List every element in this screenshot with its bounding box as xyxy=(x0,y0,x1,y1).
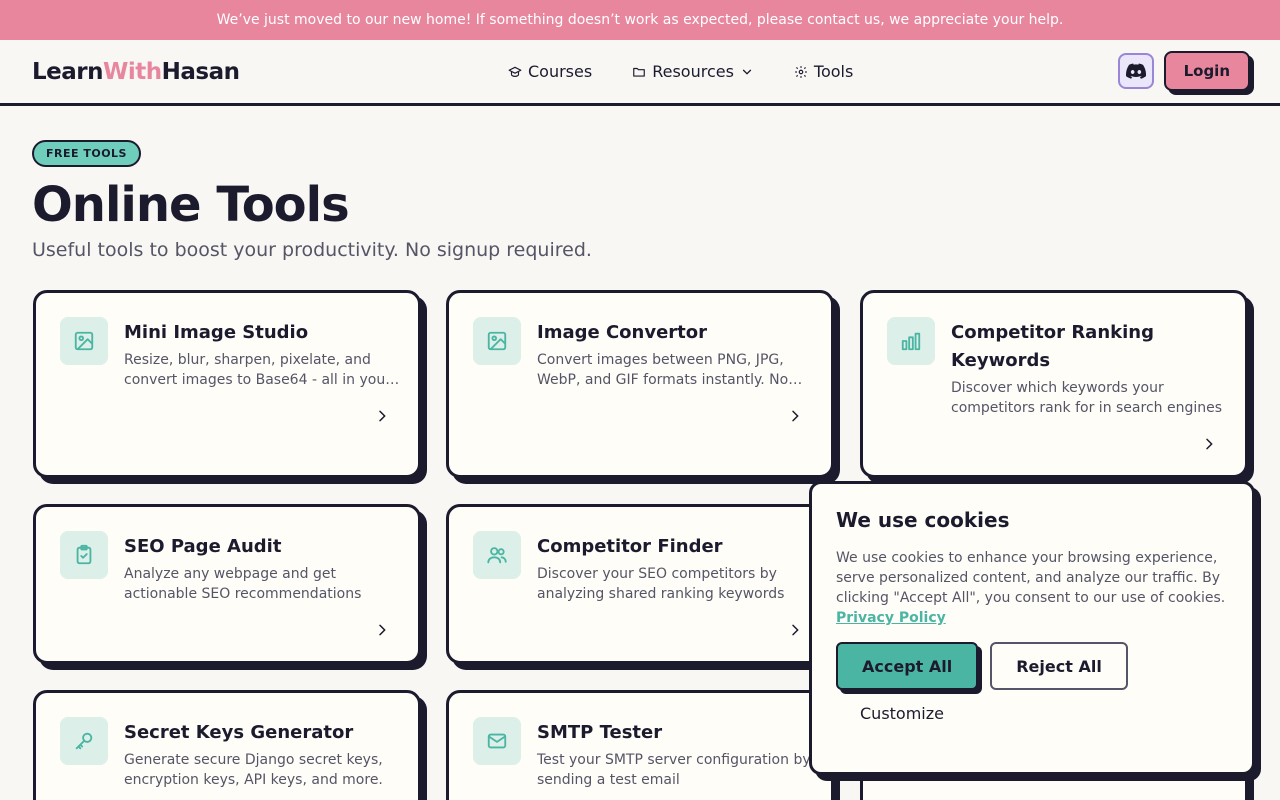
discord-icon xyxy=(1125,63,1146,79)
tool-card-smtp-tester[interactable]: SMTP Tester Test your SMTP server config… xyxy=(446,690,834,800)
tool-icon-box xyxy=(473,531,521,579)
tool-title: SMTP Tester xyxy=(537,722,663,743)
cookie-text: We use cookies to enhance your browsing … xyxy=(836,548,1228,628)
nav-actions: Login xyxy=(1117,51,1250,91)
tool-icon-box xyxy=(473,317,521,365)
nav-courses[interactable]: Courses xyxy=(508,62,592,81)
tool-card-competitor-finder[interactable]: Competitor Finder Discover your SEO comp… xyxy=(446,504,834,664)
bar-chart-icon xyxy=(901,332,921,351)
cookie-description: We use cookies to enhance your browsing … xyxy=(836,550,1226,606)
chevron-down-icon xyxy=(742,69,752,75)
chevron-right-icon xyxy=(792,410,799,422)
tool-card-seo-page-audit[interactable]: SEO Page Audit Analyze any webpage and g… xyxy=(33,504,421,664)
tool-icon-box xyxy=(887,317,935,365)
login-button[interactable]: Login xyxy=(1163,51,1250,91)
tool-card-image-convertor[interactable]: Image Convertor Convert images between P… xyxy=(446,290,834,478)
cookie-title: We use cookies xyxy=(836,508,1010,532)
mail-icon xyxy=(487,733,507,749)
tool-description: Discover which keywords your competitors… xyxy=(951,380,1223,416)
tool-icon-box xyxy=(60,531,108,579)
tool-description: Discover your SEO competitors by analyzi… xyxy=(537,566,785,602)
tool-description: Convert images between PNG, JPG, WebP, a… xyxy=(537,352,789,388)
chevron-right-icon xyxy=(379,624,386,636)
announcement-banner: We’ve just moved to our new home! If som… xyxy=(0,0,1280,40)
tool-title: Competitor Finder xyxy=(537,536,723,557)
tool-title: Mini Image Studio xyxy=(124,322,309,343)
navbar: LearnWithHasan Courses Resources Tools L… xyxy=(0,40,1280,106)
tool-description: Generate secure Django secret keys, encr… xyxy=(124,752,383,788)
image-icon xyxy=(487,331,507,351)
tool-icon-box xyxy=(60,317,108,365)
privacy-policy-link[interactable]: Privacy Policy xyxy=(836,608,946,628)
tool-card-secret-keys-generator[interactable]: Secret Keys Generator Generate secure Dj… xyxy=(33,690,421,800)
free-tools-badge: FREE TOOLS xyxy=(32,140,141,167)
gear-icon xyxy=(795,65,807,78)
clipboard-check-icon xyxy=(76,544,92,565)
tool-description: Analyze any webpage and get actionable S… xyxy=(124,566,362,602)
cookie-actions: Accept All Reject All xyxy=(836,642,1228,690)
chevron-right-icon xyxy=(379,410,386,422)
logo-learn: Learn xyxy=(32,58,104,85)
chevron-right-icon xyxy=(792,624,799,636)
page-title: Online Tools xyxy=(32,177,350,233)
nav-courses-label: Courses xyxy=(528,62,593,81)
nav-links: Courses Resources Tools xyxy=(508,40,853,103)
tool-description: Resize, blur, sharpen, pixelate, and con… xyxy=(124,352,391,388)
tool-title: SEO Page Audit xyxy=(124,536,282,557)
nav-tools[interactable]: Tools xyxy=(794,62,853,81)
tool-card-competitor-ranking-keywords[interactable]: Competitor Ranking Keywords Discover whi… xyxy=(860,290,1248,478)
folder-icon xyxy=(633,67,646,77)
logo-with: With xyxy=(103,58,162,85)
logo-hasan: Hasan xyxy=(161,58,240,85)
tool-icon-box xyxy=(473,717,521,765)
tool-title: Secret Keys Generator xyxy=(124,722,354,743)
tool-card-mini-image-studio[interactable]: Mini Image Studio Resize, blur, sharpen,… xyxy=(33,290,421,478)
tool-title: Image Convertor xyxy=(537,322,708,343)
main-content: FREE TOOLS Online Tools Useful tools to … xyxy=(0,106,1280,261)
cookie-consent-dialog: We use cookies We use cookies to enhance… xyxy=(809,481,1255,775)
nav-resources-label: Resources xyxy=(652,62,734,81)
tool-description: Test your SMTP server configuration by s… xyxy=(537,752,811,788)
image-icon xyxy=(74,331,94,351)
nav-tools-label: Tools xyxy=(813,62,854,81)
announcement-text: We’ve just moved to our new home! If som… xyxy=(216,12,1064,28)
accept-all-button[interactable]: Accept All xyxy=(836,642,979,690)
chevron-right-icon xyxy=(1206,438,1213,450)
customize-button[interactable]: Customize xyxy=(860,704,944,723)
key-icon xyxy=(75,732,93,750)
graduation-cap-icon xyxy=(508,66,522,77)
tool-icon-box xyxy=(60,717,108,765)
reject-all-button[interactable]: Reject All xyxy=(990,642,1128,690)
users-icon xyxy=(487,547,507,564)
discord-button[interactable] xyxy=(1117,53,1154,89)
site-logo[interactable]: LearnWithHasan xyxy=(32,58,240,85)
page-subtitle: Useful tools to boost your productivity.… xyxy=(32,239,592,261)
nav-resources[interactable]: Resources xyxy=(632,62,754,81)
tool-title: Competitor Ranking Keywords xyxy=(951,322,1154,371)
